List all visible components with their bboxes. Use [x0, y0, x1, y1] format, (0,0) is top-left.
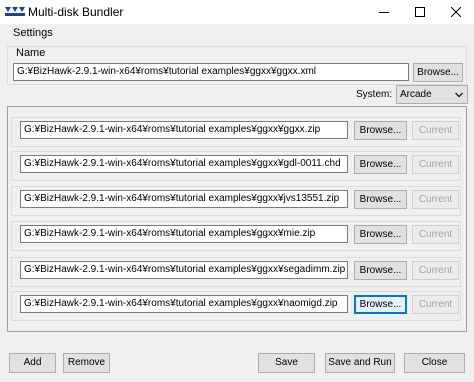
disk-path-field-4[interactable]: G:¥BizHawk-2.9.1-win-x64¥roms¥tutorial e… [20, 225, 348, 243]
minimize-button[interactable] [366, 0, 402, 24]
disk-current-button-4: Current [412, 225, 459, 244]
disk-path-field-6[interactable]: G:¥BizHawk-2.9.1-win-x64¥roms¥tutorial e… [20, 295, 348, 313]
disk-path-field-2[interactable]: G:¥BizHawk-2.9.1-win-x64¥roms¥tutorial e… [20, 155, 348, 173]
disk-current-button-6: Current [412, 295, 459, 314]
disk-path-field-1[interactable]: G:¥BizHawk-2.9.1-win-x64¥roms¥tutorial e… [20, 121, 348, 139]
disk-current-button-3: Current [412, 190, 459, 209]
disk-browse-button-6[interactable]: Browse... [354, 295, 407, 314]
close-icon [451, 7, 461, 17]
title-bar: Multi-disk Bundler [0, 0, 474, 24]
disk-browse-button-1[interactable]: Browse... [354, 121, 407, 140]
app-icon [5, 7, 25, 16]
maximize-button[interactable] [402, 0, 438, 24]
close-window-button[interactable] [438, 0, 474, 24]
disk-browse-button-4[interactable]: Browse... [354, 225, 407, 244]
minimize-icon [379, 12, 389, 13]
disk-browse-button-2[interactable]: Browse... [354, 155, 407, 174]
maximize-icon [415, 7, 425, 17]
disk-path-field-5[interactable]: G:¥BizHawk-2.9.1-win-x64¥roms¥tutorial e… [20, 261, 348, 279]
system-select[interactable]: Arcade [396, 85, 468, 104]
disk-current-button-5: Current [412, 261, 459, 280]
system-selected-value: Arcade [400, 89, 432, 100]
close-button[interactable]: Close [404, 353, 465, 373]
remove-button[interactable]: Remove [63, 353, 110, 373]
menu-settings[interactable]: Settings [13, 27, 53, 39]
name-path-field[interactable]: G:¥BizHawk-2.9.1-win-x64¥roms¥tutorial e… [13, 63, 409, 81]
disk-path-field-3[interactable]: G:¥BizHawk-2.9.1-win-x64¥roms¥tutorial e… [20, 190, 348, 208]
name-label: Name [14, 47, 48, 59]
disk-browse-button-3[interactable]: Browse... [354, 190, 407, 209]
add-button[interactable]: Add [9, 353, 56, 373]
disk-browse-button-5[interactable]: Browse... [354, 261, 407, 280]
system-label: System: [356, 89, 393, 100]
menu-bar: Settings [0, 24, 474, 44]
save-button[interactable]: Save [258, 353, 315, 373]
window-title: Multi-disk Bundler [28, 5, 124, 19]
disk-current-button-1: Current [412, 121, 459, 140]
disk-current-button-2: Current [412, 155, 459, 174]
chevron-down-icon [455, 92, 463, 98]
save-and-run-button[interactable]: Save and Run [325, 353, 395, 373]
name-browse-button[interactable]: Browse... [413, 63, 463, 82]
